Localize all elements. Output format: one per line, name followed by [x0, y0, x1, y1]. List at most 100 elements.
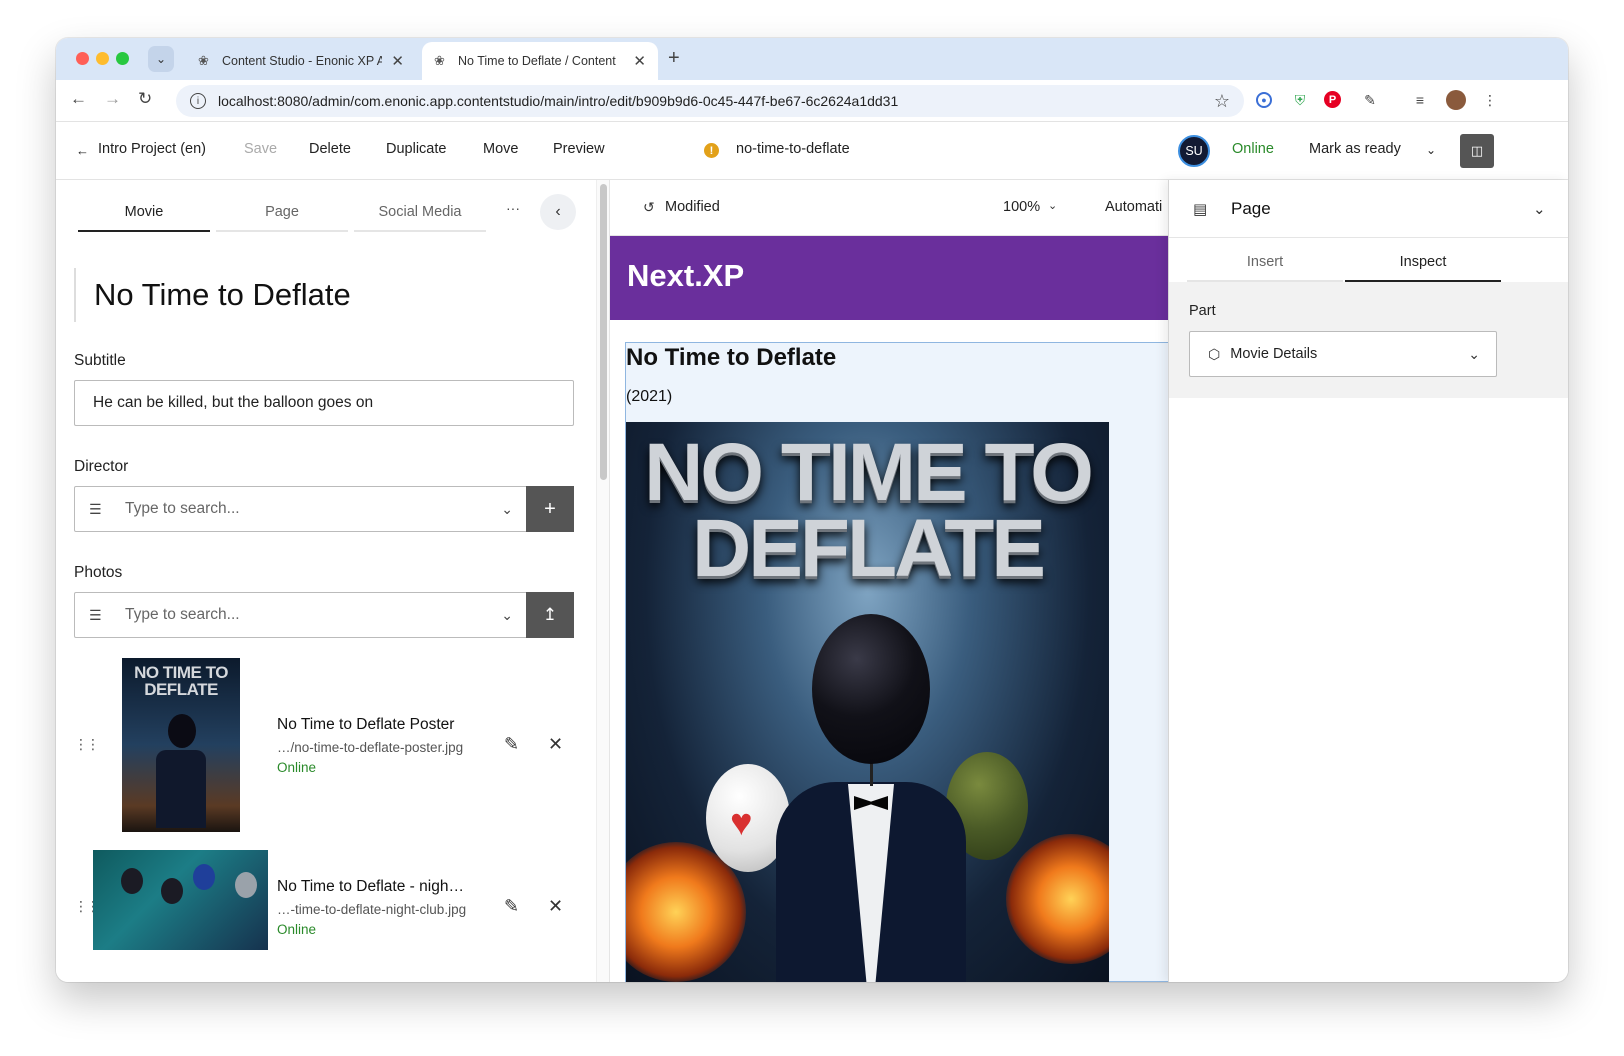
- close-tab-icon[interactable]: ✕: [633, 52, 646, 70]
- poster-thumbnail[interactable]: NO TIME TO DEFLATE: [122, 658, 240, 832]
- chevron-down-icon[interactable]: ⌄: [1048, 199, 1057, 212]
- site-logo[interactable]: Next.XP: [627, 258, 744, 294]
- selected-part[interactable]: Movie Details: [1230, 346, 1317, 362]
- profile-avatar-icon[interactable]: [1446, 90, 1466, 110]
- maximize-window-button[interactable]: [116, 52, 129, 65]
- tree-list-icon[interactable]: ☰: [89, 607, 107, 624]
- display-name[interactable]: No Time to Deflate: [94, 268, 351, 322]
- collapse-form-button[interactable]: ‹: [540, 194, 576, 230]
- back-arrow-icon[interactable]: ←: [76, 143, 89, 158]
- photo-item: ⋮⋮ No Time to Deflate - nigh… …-time-to-…: [74, 850, 574, 982]
- chevron-down-icon[interactable]: ⌄: [501, 501, 513, 518]
- subtitle-value[interactable]: He can be killed, but the balloon goes o…: [93, 394, 373, 412]
- media-queue-icon[interactable]: ≡: [1410, 90, 1430, 110]
- balloon-graphic: [161, 878, 183, 904]
- poster-title-line-1: NO TIME TO: [644, 427, 1094, 518]
- edit-pencil-icon[interactable]: ✎: [504, 734, 519, 755]
- tab-movie[interactable]: Movie: [78, 200, 210, 232]
- panel-title[interactable]: Page: [1231, 199, 1271, 219]
- close-window-button[interactable]: [76, 52, 89, 65]
- project-back-button[interactable]: Intro Project (en): [98, 141, 206, 157]
- close-tab-icon[interactable]: ✕: [391, 52, 404, 70]
- black-balloon-head-graphic: [812, 614, 930, 764]
- director-label: Director: [74, 458, 129, 475]
- preview-button[interactable]: Preview: [553, 141, 605, 157]
- url-text[interactable]: localhost:8080/admin/com.enonic.app.cont…: [218, 93, 898, 109]
- tab-page[interactable]: Page: [216, 200, 348, 232]
- subtitle-input[interactable]: He can be killed, but the balloon goes o…: [74, 380, 574, 426]
- add-director-button[interactable]: +: [526, 486, 574, 532]
- chevron-down-icon: ⌄: [155, 52, 167, 66]
- preview-movie-year: (2021): [626, 388, 673, 405]
- zoom-selector[interactable]: 100%: [1003, 199, 1040, 215]
- photos-selector[interactable]: ☰ Type to search... ⌄ ↥: [74, 592, 574, 638]
- director-selector[interactable]: ☰ Type to search... ⌄ +: [74, 486, 574, 532]
- photo-name: No Time to Deflate - nigh…: [277, 878, 464, 895]
- tab-insert[interactable]: Insert: [1187, 250, 1343, 282]
- photo-status: Online: [277, 760, 317, 775]
- director-search-input[interactable]: Type to search...: [125, 500, 240, 518]
- warning-icon: !: [704, 143, 719, 158]
- browser-menu-icon[interactable]: ⋮: [1480, 90, 1500, 110]
- toggle-context-panel-button[interactable]: ◫: [1460, 134, 1494, 168]
- user-avatar[interactable]: SU: [1178, 135, 1210, 167]
- live-preview-pane: ↺ Modified 100% ⌄ Automati Next.XP No Ti…: [610, 180, 1168, 982]
- explosion-graphic: [1006, 834, 1109, 964]
- tab-social-media[interactable]: Social Media: [354, 200, 486, 232]
- delete-button[interactable]: Delete: [309, 141, 351, 157]
- drag-handle-icon[interactable]: ⋮⋮: [74, 736, 100, 753]
- edit-pencil-icon[interactable]: ✎: [504, 896, 519, 917]
- remove-x-icon[interactable]: ✕: [548, 734, 563, 755]
- night-club-thumbnail[interactable]: [93, 850, 268, 950]
- new-tab-button[interactable]: +: [668, 47, 680, 70]
- forward-arrow-icon[interactable]: →: [104, 89, 121, 109]
- chevron-down-icon[interactable]: ⌄: [1426, 143, 1436, 157]
- upload-icon: ↥: [542, 605, 558, 624]
- url-bar[interactable]: i localhost:8080/admin/com.enonic.app.co…: [176, 85, 1244, 117]
- modified-status[interactable]: Modified: [665, 199, 720, 215]
- publish-status: Online: [1232, 141, 1274, 157]
- content-studio-toolbar: ← Intro Project (en) Save Delete Duplica…: [56, 122, 1568, 180]
- form-scrollbar[interactable]: [596, 180, 610, 982]
- site-info-icon[interactable]: i: [190, 93, 206, 109]
- reload-icon[interactable]: ↻: [138, 89, 152, 109]
- move-button[interactable]: Move: [483, 141, 518, 157]
- upload-photo-button[interactable]: ↥: [526, 592, 574, 638]
- browser-tab-no-time-to-deflate[interactable]: ❀ No Time to Deflate / Content ✕: [422, 42, 658, 80]
- duplicate-button[interactable]: Duplicate: [386, 141, 446, 157]
- more-tabs-button[interactable]: ···: [506, 200, 520, 216]
- inspect-tabs: Insert Inspect: [1187, 250, 1501, 282]
- scrollbar-thumb[interactable]: [600, 184, 607, 480]
- history-icon[interactable]: ↺: [643, 199, 655, 216]
- shield-extension-icon[interactable]: ⛨: [1290, 90, 1310, 110]
- thumb-line-2: DEFLATE: [144, 680, 218, 699]
- back-arrow-icon[interactable]: ←: [70, 89, 87, 109]
- display-name-field[interactable]: No Time to Deflate: [74, 268, 351, 322]
- chevron-down-icon[interactable]: ⌄: [1468, 346, 1480, 363]
- part-selector[interactable]: ⬡ Movie Details ⌄: [1189, 331, 1497, 377]
- site-header: Next.XP: [610, 236, 1168, 320]
- tab-inspect[interactable]: Inspect: [1345, 250, 1501, 282]
- browser-tab-content-studio[interactable]: ❀ Content Studio - Enonic XP A ✕: [186, 42, 416, 80]
- inspect-panel-header[interactable]: ▤ Page ⌄: [1169, 180, 1568, 238]
- mark-as-ready-button[interactable]: Mark as ready: [1309, 141, 1401, 157]
- plus-icon: +: [544, 497, 556, 520]
- pinterest-icon[interactable]: P: [1324, 91, 1341, 108]
- sidebar-panel-icon: ◫: [1470, 143, 1484, 158]
- chevron-down-icon[interactable]: ⌄: [501, 607, 513, 624]
- extensions-puzzle-icon[interactable]: ✎: [1360, 90, 1380, 110]
- device-selector[interactable]: Automati: [1105, 199, 1162, 215]
- photos-search-input[interactable]: Type to search...: [125, 606, 240, 624]
- chevron-left-icon: ‹: [555, 203, 561, 220]
- save-button[interactable]: Save: [244, 141, 277, 157]
- page-icon: ▤: [1193, 201, 1208, 218]
- tree-list-icon[interactable]: ☰: [89, 501, 107, 518]
- password-manager-icon[interactable]: ●: [1256, 92, 1272, 108]
- bookmark-star-icon[interactable]: ☆: [1214, 91, 1230, 112]
- chevron-down-icon[interactable]: ⌄: [1533, 200, 1546, 218]
- heart-icon: ♥: [730, 802, 753, 844]
- minimize-window-button[interactable]: [96, 52, 109, 65]
- address-bar-row: ← → ↻ i localhost:8080/admin/com.enonic.…: [56, 80, 1568, 122]
- tab-search-button[interactable]: ⌄: [148, 46, 174, 72]
- remove-x-icon[interactable]: ✕: [548, 896, 563, 917]
